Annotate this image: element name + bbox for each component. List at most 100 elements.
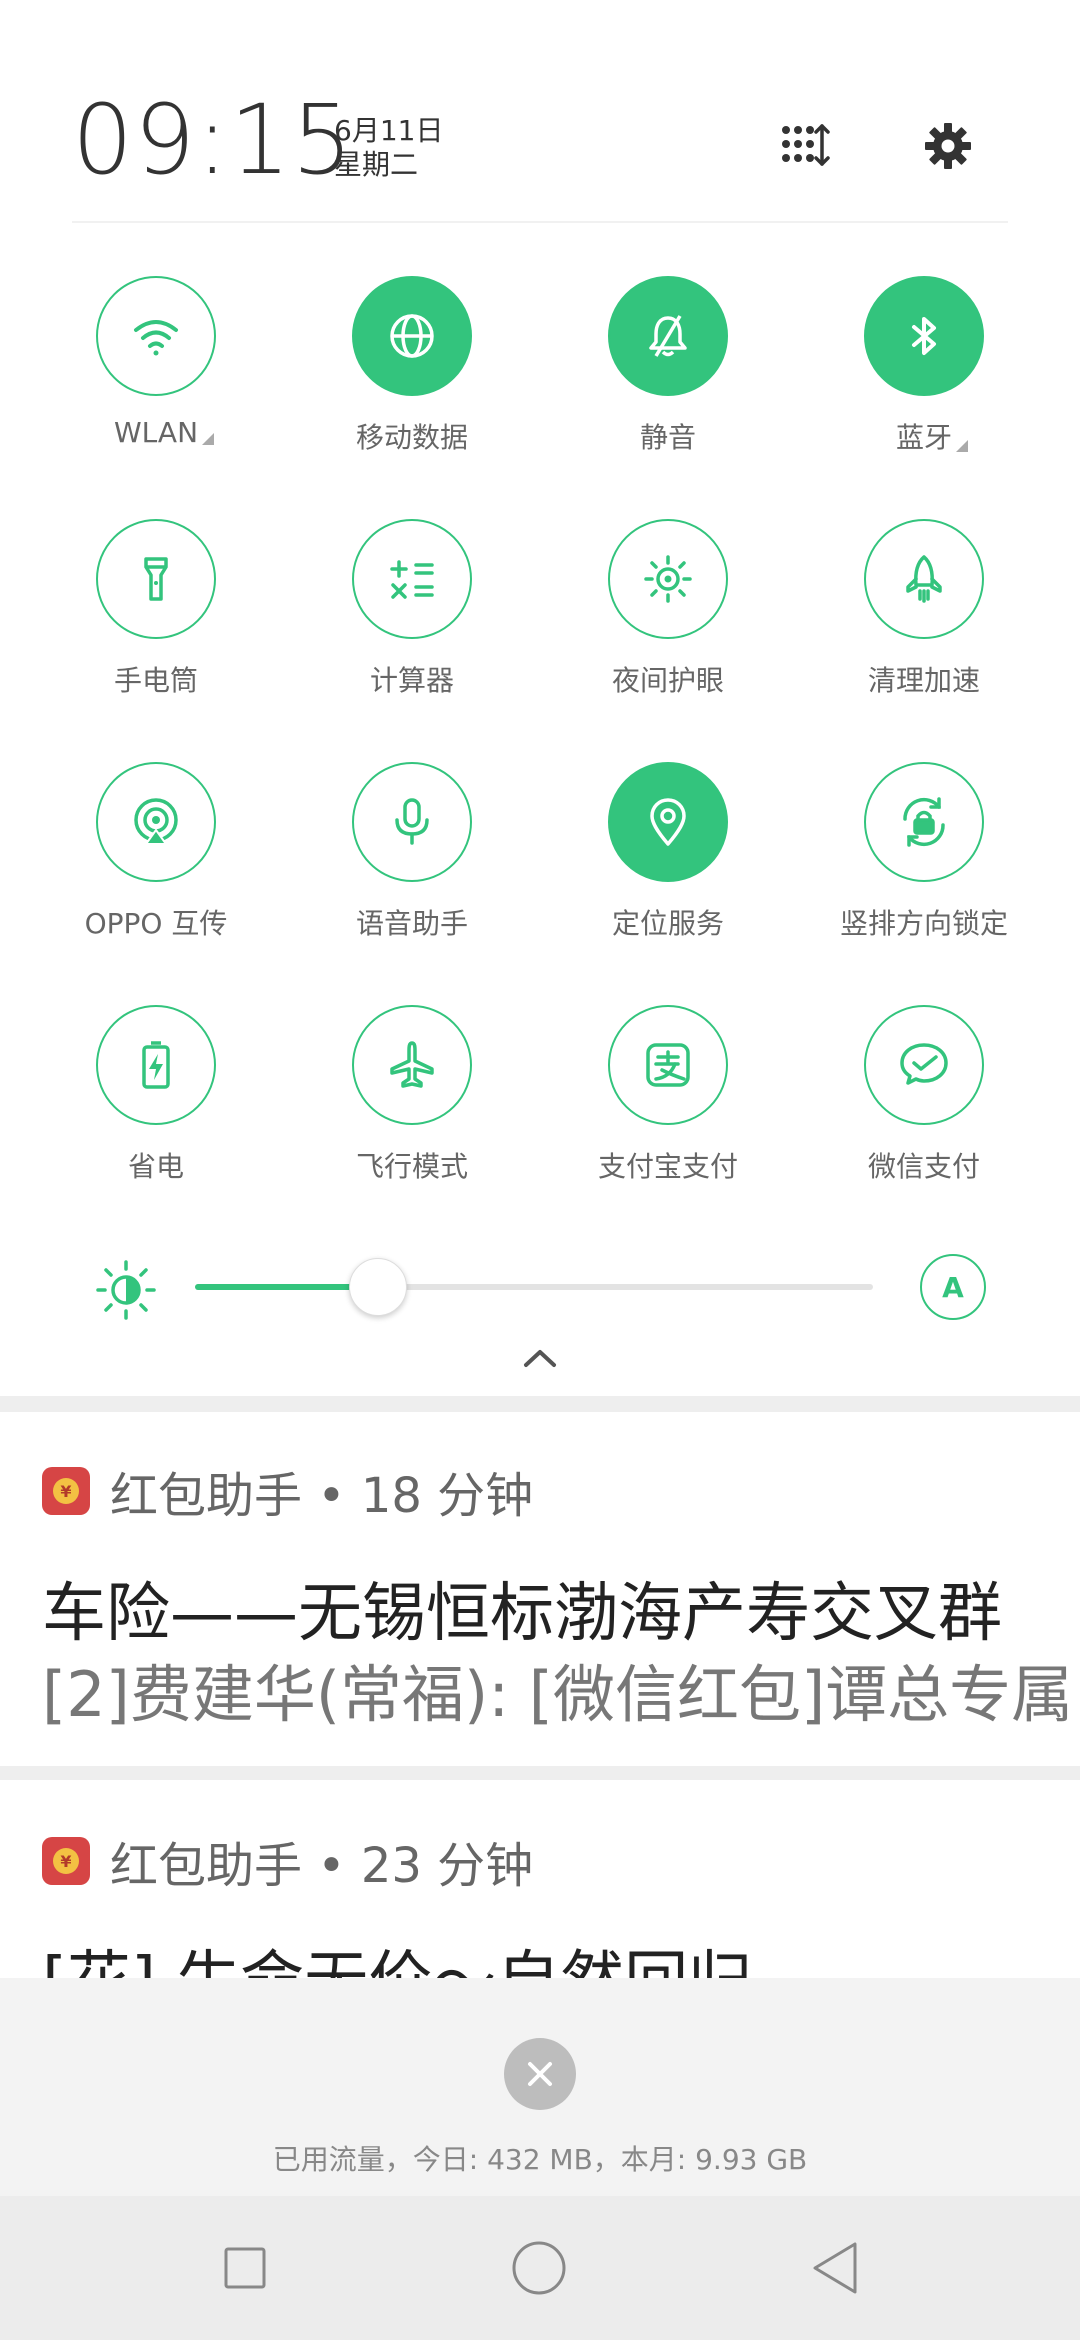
tile-eye-care[interactable]: 夜间护眼 <box>540 519 796 762</box>
brightness-icon <box>94 1258 158 1322</box>
tile-mute[interactable]: 静音 <box>540 276 796 519</box>
tile-flashlight[interactable]: 手电筒 <box>28 519 284 762</box>
notification-title: [花] 生命无价～自然回归 <box>42 1930 752 1978</box>
tile-label: 计算器 <box>369 664 454 697</box>
circle-icon <box>512 2241 566 2295</box>
tile-location[interactable]: 定位服务 <box>540 762 796 1005</box>
bluetooth-icon <box>912 317 936 355</box>
tile-clean-boost-button[interactable] <box>864 519 984 639</box>
tile-location-button[interactable] <box>608 762 728 882</box>
tile-label: 微信支付 <box>867 1150 980 1183</box>
chevron-up-icon <box>524 1350 556 1367</box>
header-divider <box>72 221 1008 223</box>
tile-label: 飞行模式 <box>355 1150 468 1183</box>
tile-label: 手电筒 <box>113 664 198 697</box>
tile-power-saving[interactable]: 省电 <box>28 1005 284 1248</box>
tile-label: 清理加速 <box>867 664 980 697</box>
wifi-icon <box>134 320 178 356</box>
tile-wechat-pay[interactable]: 微信支付 <box>796 1005 1052 1248</box>
edit-tiles-button[interactable] <box>774 116 834 176</box>
tile-label: WLAN <box>114 416 215 449</box>
brightness-slider[interactable] <box>195 1284 873 1290</box>
notification-separator <box>0 1396 1080 1412</box>
date-text: 6月11日 <box>334 114 444 147</box>
tile-wechat-pay-button[interactable] <box>864 1005 984 1125</box>
tile-label: 移动数据 <box>355 421 468 454</box>
data-usage-text: 已用流量，今日: 432 MB，本月: 9.93 GB <box>272 2143 808 2176</box>
more-indicator-icon <box>202 433 215 445</box>
auto-brightness-button[interactable]: A <box>920 1254 986 1320</box>
notification-header: ¥ 红包助手 • 18 分钟 <box>42 1456 533 1526</box>
flashlight-icon <box>144 557 168 601</box>
tile-mute-button[interactable] <box>608 276 728 396</box>
close-icon <box>528 2062 552 2086</box>
wechat-pay-icon <box>900 1043 948 1085</box>
tile-label: 支付宝支付 <box>597 1150 738 1183</box>
alipay-icon <box>646 1043 690 1087</box>
coin-icon: ¥ <box>53 1478 79 1504</box>
battery-saver-icon <box>142 1041 170 1089</box>
tile-wlan[interactable]: WLAN <box>28 276 284 519</box>
tile-rotation-lock[interactable]: 竖排方向锁定 <box>796 762 1052 1005</box>
home-button[interactable] <box>504 2236 574 2300</box>
edit-tiles-icon <box>782 124 830 166</box>
clock-time[interactable]: 09:15 <box>72 92 354 188</box>
back-button[interactable] <box>800 2236 870 2300</box>
coin-icon: ¥ <box>53 1848 79 1874</box>
tile-calculator-button[interactable] <box>352 519 472 639</box>
rocket-icon <box>906 555 942 603</box>
square-icon <box>224 2247 266 2289</box>
quick-toggle-grid: WLAN 移动数据 静音 蓝牙 手电筒 计算器 夜间护眼 清理加速 OPPO 互… <box>28 276 1052 1248</box>
tile-mobile-data[interactable]: 移动数据 <box>284 276 540 519</box>
microphone-icon <box>395 798 429 845</box>
tile-rotation-lock-button[interactable] <box>864 762 984 882</box>
notification-title: 车险——无锡恒标渤海产寿交叉群 <box>42 1577 1002 1651</box>
tile-bluetooth-button[interactable] <box>864 276 984 396</box>
toggle-row: WLAN 移动数据 静音 蓝牙 <box>28 276 1052 519</box>
tile-label: 蓝牙 <box>896 416 968 456</box>
eye-care-icon <box>644 555 692 603</box>
tile-alipay-button[interactable] <box>608 1005 728 1125</box>
tile-oppo-share-button[interactable] <box>96 762 216 882</box>
weekday-text: 星期二 <box>334 148 419 181</box>
gear-icon <box>925 123 971 169</box>
notification-body: [2]费建华(常福): [微信红包]谭总专属 <box>42 1658 1074 1731</box>
tile-label: 语音助手 <box>355 907 468 940</box>
recent-apps-button[interactable] <box>210 2236 280 2300</box>
tile-label: 竖排方向锁定 <box>839 907 1008 940</box>
tile-oppo-share[interactable]: OPPO 互传 <box>28 762 284 1005</box>
notification-meta: 红包助手 • 18 分钟 <box>110 1468 534 1524</box>
red-packet-app-icon: ¥ <box>42 1467 90 1515</box>
tile-flashlight-button[interactable] <box>96 519 216 639</box>
tile-label: OPPO 互传 <box>84 907 228 940</box>
globe-icon <box>390 314 434 358</box>
tile-mobile-data-button[interactable] <box>352 276 472 396</box>
tile-alipay[interactable]: 支付宝支付 <box>540 1005 796 1248</box>
quick-settings-header: 09:15 6月11日 星期二 <box>0 0 1080 223</box>
notification-separator <box>0 1766 1080 1780</box>
brightness-slider-thumb[interactable] <box>349 1258 408 1316</box>
tile-label: 静音 <box>639 421 696 454</box>
tile-voice-assistant-button[interactable] <box>352 762 472 882</box>
tile-voice-assistant[interactable]: 语音助手 <box>284 762 540 1005</box>
date-block[interactable]: 6月11日 星期二 <box>334 114 443 182</box>
toggle-row: OPPO 互传 语音助手 定位服务 竖排方向锁定 <box>28 762 1052 1005</box>
tile-airplane-mode[interactable]: 飞行模式 <box>284 1005 540 1248</box>
tile-airplane-mode-button[interactable] <box>352 1005 472 1125</box>
notification-card[interactable]: ¥ 红包助手 • 23 分钟 [花] 生命无价～自然回归 <box>0 1780 1080 1978</box>
tile-bluetooth[interactable]: 蓝牙 <box>796 276 1052 519</box>
tile-calculator[interactable]: 计算器 <box>284 519 540 762</box>
collapse-panel-button[interactable] <box>518 1340 562 1374</box>
notification-card[interactable]: ¥ 红包助手 • 18 分钟 车险——无锡恒标渤海产寿交叉群 [2]费建华(常福… <box>0 1412 1080 1766</box>
share-icon <box>134 798 178 845</box>
clear-all-button[interactable] <box>504 2038 576 2110</box>
triangle-back-icon <box>813 2242 857 2294</box>
tile-wlan-button[interactable] <box>96 276 216 396</box>
airplane-icon <box>390 1041 434 1088</box>
notification-header: ¥ 红包助手 • 23 分钟 <box>42 1826 533 1896</box>
tile-clean-boost[interactable]: 清理加速 <box>796 519 1052 762</box>
settings-button[interactable] <box>918 116 978 176</box>
tile-label: 省电 <box>127 1150 184 1183</box>
tile-eye-care-button[interactable] <box>608 519 728 639</box>
tile-power-saving-button[interactable] <box>96 1005 216 1125</box>
